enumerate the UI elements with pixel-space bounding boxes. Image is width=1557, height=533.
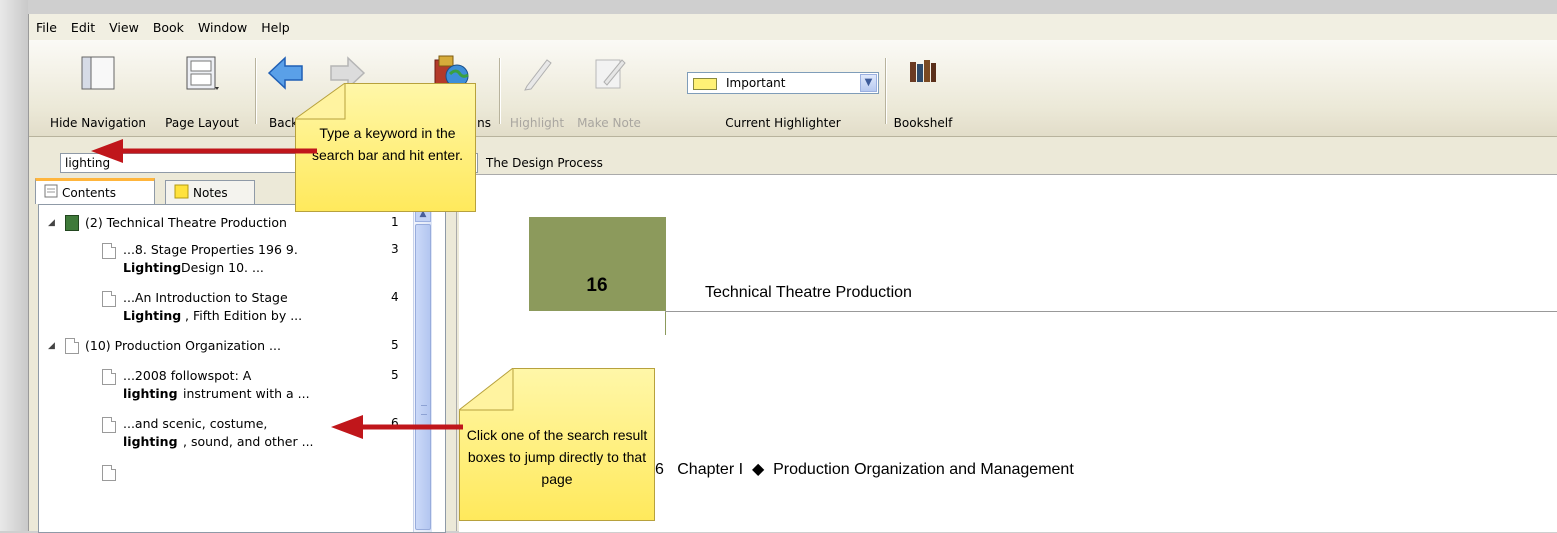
highlighter-color-swatch: [693, 78, 717, 90]
reader-window: File Edit View Book Window Help Hide Nav…: [28, 14, 1557, 533]
tree-group-label[interactable]: (2) Technical Theatre Production: [85, 214, 287, 232]
menu-window[interactable]: Window: [191, 20, 254, 35]
toolbar-separator: [885, 58, 886, 124]
tree-page-number: 5: [391, 338, 399, 352]
result-snippet-line1: ...An Introduction to Stage: [123, 290, 288, 305]
page-layout-icon: [182, 54, 222, 97]
tab-contents[interactable]: Contents: [35, 178, 155, 204]
book-icon: [65, 215, 79, 231]
search-results-tree: ◢ (2) Technical Theatre Production 1 ...…: [38, 204, 446, 533]
result-snippet-line2: Design 10. ...: [181, 260, 264, 275]
navigation-pane-icon: [79, 54, 117, 95]
bookshelf-button[interactable]: Bookshelf: [891, 54, 955, 130]
grip-icon: [421, 405, 427, 415]
menu-bar: File Edit View Book Window Help: [29, 14, 1557, 40]
page-layout-button[interactable]: Page Layout: [157, 54, 247, 130]
current-highlighter-label: Current Highlighter: [725, 116, 841, 130]
chevron-down-icon[interactable]: ▼: [860, 74, 877, 92]
tab-notes-label: Notes: [193, 185, 228, 200]
result-snippet-line2: instrument with a ...: [183, 386, 310, 401]
highlighter-select[interactable]: Important ▼: [687, 72, 879, 94]
tree-group-label[interactable]: (10) Production Organization ...: [85, 337, 281, 355]
toolbar-separator: [499, 58, 500, 124]
page-layout-label: Page Layout: [165, 116, 239, 130]
contents-icon: [44, 184, 58, 201]
page-rule-vertical: [665, 217, 666, 335]
search-tip-callout: Type a keyword in the search bar and hit…: [295, 83, 476, 212]
running-head: Technical Theatre Production: [705, 284, 912, 301]
search-tip-text: Type a keyword in the search bar and hit…: [312, 125, 463, 163]
back-arrow-icon: [266, 54, 306, 95]
make-note-label: Make Note: [577, 116, 641, 130]
tree-page-number: 6: [391, 416, 399, 430]
result-tip-callout: Click one of the search result boxes to …: [459, 368, 655, 521]
menu-help[interactable]: Help: [254, 20, 297, 35]
background-left: [0, 0, 28, 531]
result-snippet-line1: ...2008 followspot: A: [123, 368, 252, 383]
page-icon: [102, 369, 116, 385]
highlight-pen-icon: [519, 54, 555, 95]
toolbar-separator: [255, 58, 256, 124]
tree-page-number: 5: [391, 368, 399, 382]
make-note-icon: [590, 54, 628, 95]
hide-navigation-label: Hide Navigation: [50, 116, 146, 130]
result-tip-text: Click one of the search result boxes to …: [466, 427, 648, 487]
result-keyword: Lighting: [123, 308, 182, 323]
menu-file[interactable]: File: [29, 20, 64, 35]
result-snippet-line2: , Fifth Edition by ...: [185, 308, 303, 323]
navigation-panel: Contents Notes ◢ (2) Technical Theatre P…: [29, 162, 456, 533]
scrollbar-thumb[interactable]: [415, 224, 431, 530]
result-keyword: lighting: [123, 434, 178, 449]
highlight-button[interactable]: Highlight: [507, 54, 567, 130]
highlight-label: Highlight: [509, 116, 565, 130]
result-keyword: Lighting: [123, 260, 182, 275]
collapse-triangle-icon[interactable]: ◢: [48, 341, 55, 351]
tree-scrollbar[interactable]: ▲: [413, 205, 432, 532]
result-snippet-line1: ...and scenic, costume,: [123, 416, 268, 431]
page-icon: [102, 417, 116, 433]
page-icon: [102, 291, 116, 307]
chapter-page-icon: [65, 338, 79, 354]
bookshelf-icon: [906, 54, 940, 91]
menu-book[interactable]: Book: [146, 20, 191, 35]
page-icon: [102, 465, 116, 481]
chapter-line: 6 Chapter I ◆ Production Organization an…: [655, 461, 1074, 478]
notes-icon: [174, 184, 189, 202]
result-snippet-line1: ...8. Stage Properties 196 9.: [123, 242, 298, 257]
result-keyword: lighting: [123, 386, 178, 401]
tab-notes[interactable]: Notes: [165, 180, 255, 204]
toolbar: Hide Navigation Page Layout Back ns High…: [29, 40, 1557, 137]
tab-contents-label: Contents: [62, 185, 116, 200]
menu-view[interactable]: View: [102, 20, 146, 35]
page-rule-horizontal: [665, 311, 1557, 312]
tree-page-number: 4: [391, 290, 399, 304]
page-folio: 16: [586, 275, 608, 296]
page-icon: [102, 243, 116, 259]
breadcrumb: The Design Process: [486, 156, 603, 170]
make-note-button[interactable]: Make Note: [571, 54, 647, 130]
tree-page-number: 3: [391, 242, 399, 256]
result-snippet-line2: , sound, and other ...: [183, 434, 314, 449]
menu-edit[interactable]: Edit: [64, 20, 102, 35]
bookshelf-label: Bookshelf: [893, 116, 953, 130]
collapse-triangle-icon[interactable]: ◢: [48, 218, 55, 228]
tree-page-number: 1: [391, 215, 399, 229]
highlighter-value: Important: [726, 76, 786, 90]
hide-navigation-button[interactable]: Hide Navigation: [43, 54, 153, 130]
